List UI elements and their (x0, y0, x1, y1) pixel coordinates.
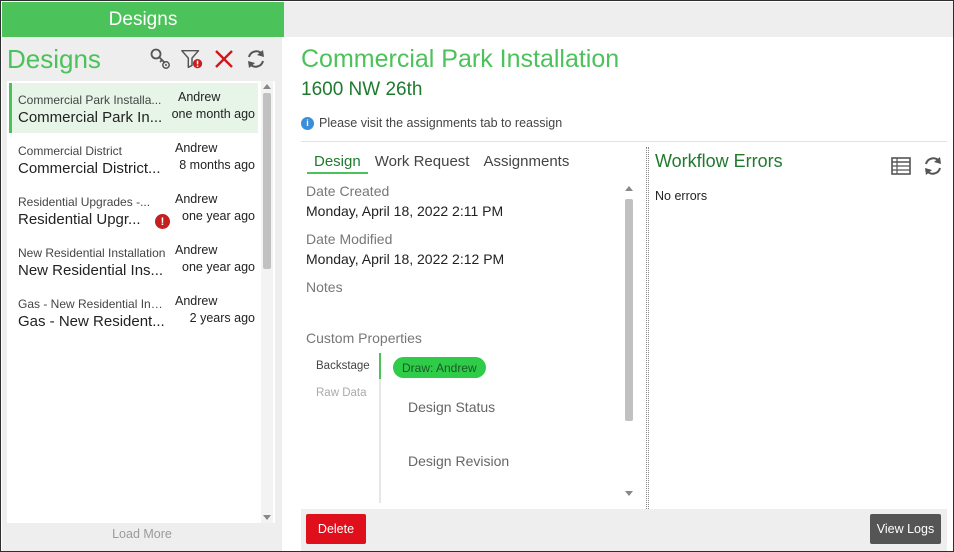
date-modified-label: Date Modified (306, 231, 393, 247)
side-tab-indicator (379, 353, 381, 379)
scroll-down-arrow-icon[interactable] (263, 515, 271, 520)
design-revision-label: Design Revision (408, 453, 510, 469)
scroll-down-arrow-icon[interactable] (625, 491, 633, 496)
action-footer: Delete View Logs (301, 509, 947, 551)
sidebar-toolbar (148, 47, 268, 71)
list-item-time: one year ago (182, 209, 255, 223)
workflow-status: No errors (655, 189, 708, 203)
workflow-toolbar (889, 154, 945, 178)
list-item-time: one year ago (182, 260, 255, 274)
scrollbar-thumb[interactable] (625, 199, 633, 421)
refresh-icon[interactable] (921, 154, 945, 178)
tab-work-request[interactable]: Work Request (368, 153, 477, 174)
list-item-user: Andrew (175, 243, 218, 257)
table-icon[interactable] (889, 154, 913, 178)
list-item-title: Gas - New Resident... (18, 313, 165, 330)
list-item-user: Andrew (175, 192, 218, 206)
date-created-label: Date Created (306, 183, 390, 199)
info-message: i Please visit the assignments tab to re… (301, 116, 562, 130)
list-item-title: Commercial District... (18, 160, 161, 177)
tab-raw-data[interactable]: Raw Data (316, 387, 367, 399)
page-title: Commercial Park Installation (301, 45, 620, 73)
list-item[interactable]: New Residential Installation New Residen… (9, 236, 258, 286)
delete-button[interactable]: Delete (306, 514, 366, 544)
list-item[interactable]: Commercial Park Installa... Commercial P… (9, 83, 258, 133)
design-pane: Date Created Monday, April 18, 2022 2:11… (301, 179, 639, 509)
custom-properties-label: Custom Properties (306, 330, 422, 346)
list-item-time: 2 years ago (189, 311, 255, 325)
designs-sidebar: Designs Commercial Park Installa... Comm… (2, 37, 282, 551)
list-item-user: Andrew (175, 141, 218, 155)
date-modified-value: Monday, April 18, 2022 2:12 PM (306, 251, 505, 267)
scroll-up-arrow-icon[interactable] (263, 84, 271, 89)
list-item[interactable]: Gas - New Residential Inst... Gas - New … (9, 287, 258, 337)
list-item-user: Andrew (175, 294, 218, 308)
list-item[interactable]: Residential Upgrades -... Residential Up… (9, 185, 258, 235)
list-item-title: Commercial Park In... (18, 109, 163, 126)
list-item-time: one month ago (171, 107, 255, 121)
tab-backstage[interactable]: Backstage (316, 360, 370, 372)
divider (301, 141, 947, 142)
filter-alert-icon[interactable] (180, 47, 204, 71)
list-item-time: 8 months ago (179, 158, 255, 172)
key-settings-icon[interactable] (148, 47, 172, 71)
list-scrollbar[interactable] (261, 81, 273, 523)
tab-design[interactable]: Design (307, 153, 368, 174)
list-item-subtitle: New Residential Installation (18, 246, 166, 260)
tab-assignments[interactable]: Assignments (476, 153, 576, 174)
info-text: Please visit the assignments tab to reas… (319, 116, 563, 130)
pane-scrollbar[interactable] (623, 183, 635, 499)
info-icon: i (301, 116, 314, 130)
list-item-user: Andrew (178, 90, 221, 104)
notes-label: Notes (306, 279, 343, 295)
scroll-up-arrow-icon[interactable] (625, 186, 633, 191)
tab-designs[interactable]: Designs (2, 2, 284, 37)
detail-tabs: Design Work Request Assignments (307, 153, 576, 174)
design-status-label: Design Status (408, 399, 496, 415)
list-item[interactable]: Commercial District Commercial District.… (9, 134, 258, 184)
scrollbar-thumb[interactable] (263, 93, 271, 269)
list-item-title: Residential Upgr... (18, 211, 141, 228)
list-item-subtitle: Gas - New Residential Inst... (18, 297, 168, 311)
sidebar-title: Designs (7, 44, 101, 74)
refresh-icon[interactable] (244, 47, 268, 71)
top-tab-strip: Designs (2, 2, 953, 37)
panel-splitter[interactable] (646, 147, 649, 509)
page-subtitle: 1600 NW 26th (301, 79, 423, 100)
alert-icon: ! (155, 214, 170, 229)
workflow-errors-title: Workflow Errors (655, 151, 783, 171)
list-item-title: New Residential Ins... (18, 262, 164, 279)
design-detail: Commercial Park Installation 1600 NW 26t… (283, 37, 953, 551)
close-icon[interactable] (212, 47, 236, 71)
list-item-subtitle: Residential Upgrades -... (18, 195, 151, 209)
load-more-button[interactable]: Load More (2, 527, 282, 541)
app-window: Designs Designs Commercial Park Installa… (0, 0, 954, 552)
list-item-subtitle: Commercial District (18, 144, 123, 158)
draw-user-badge[interactable]: Draw: Andrew (393, 357, 486, 378)
view-logs-button[interactable]: View Logs (870, 514, 941, 544)
date-created-value: Monday, April 18, 2022 2:11 PM (306, 203, 504, 219)
designs-list: Commercial Park Installa... Commercial P… (7, 81, 275, 523)
list-item-subtitle: Commercial Park Installa... (18, 93, 162, 107)
